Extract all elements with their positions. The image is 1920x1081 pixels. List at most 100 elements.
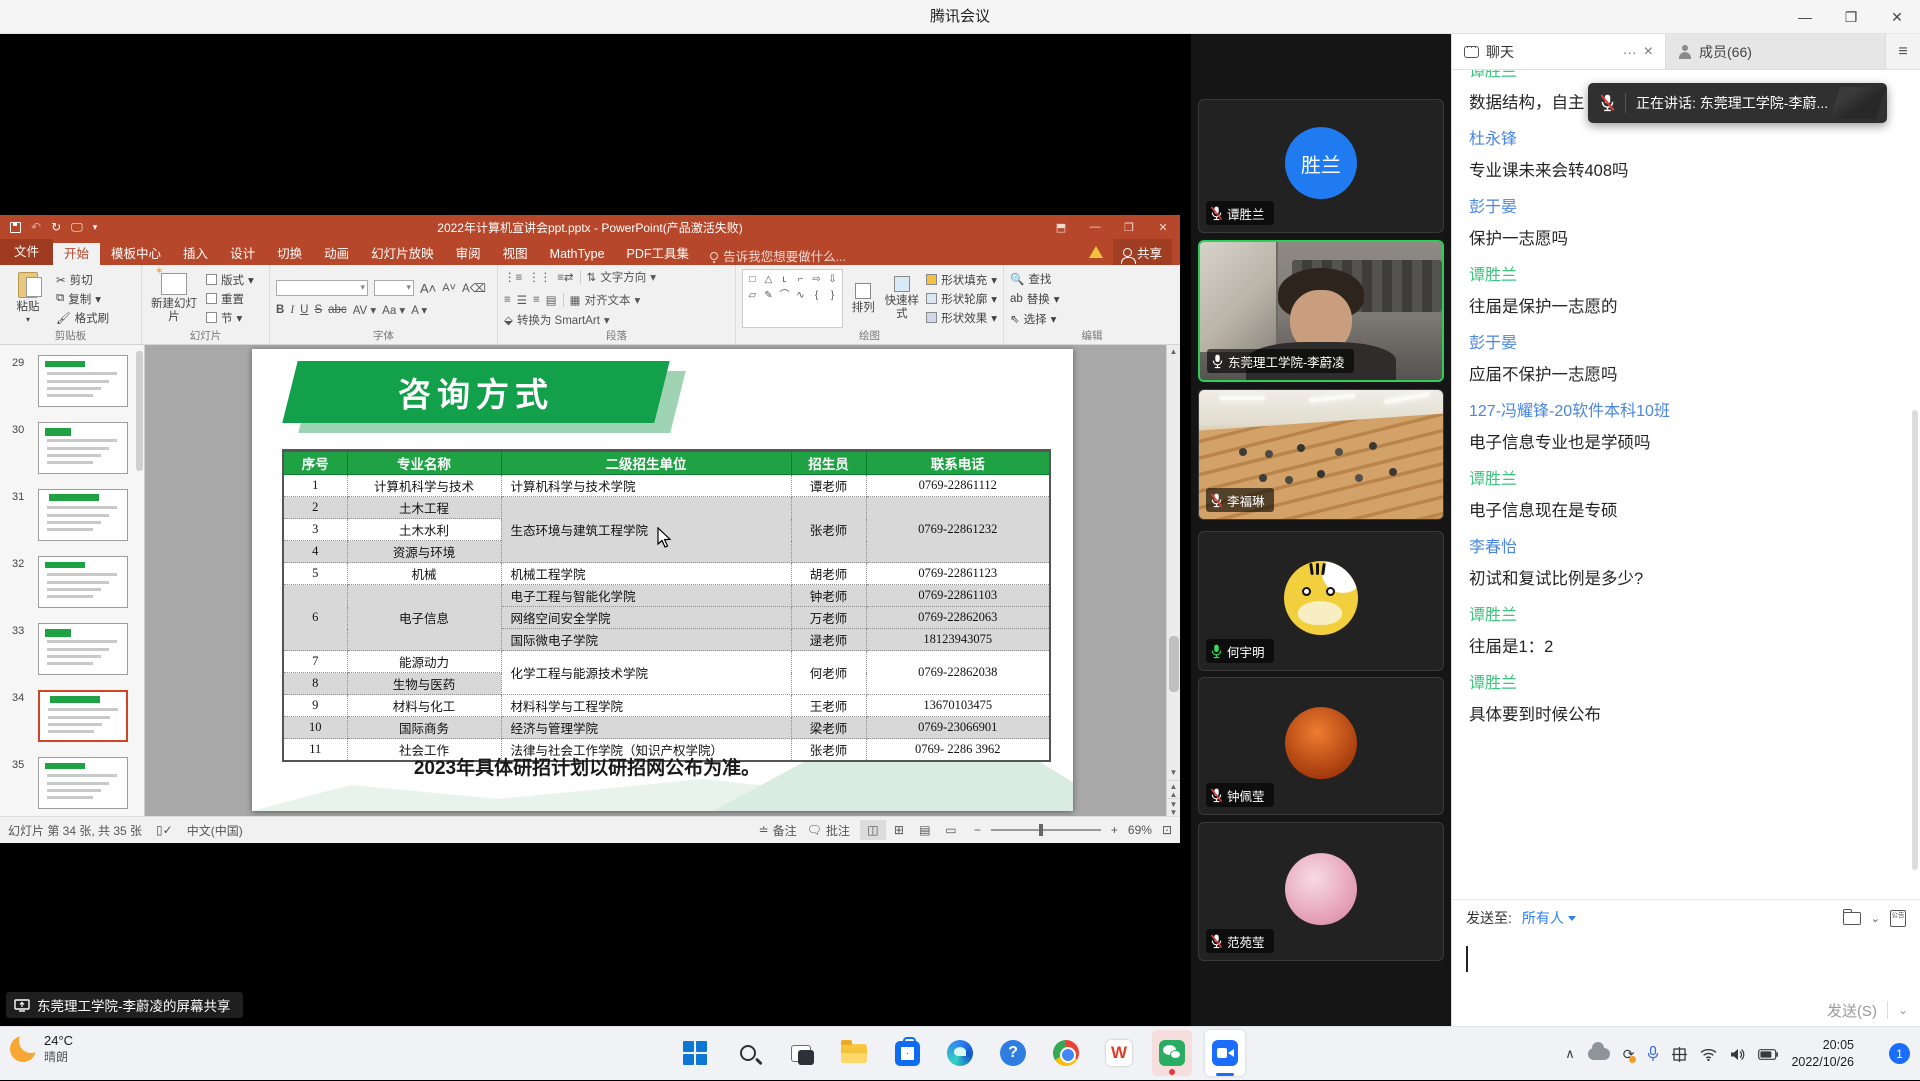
battery-icon[interactable] bbox=[1758, 1049, 1778, 1060]
chrome-button[interactable] bbox=[1046, 1030, 1086, 1076]
slideshow-icon[interactable]: 🖵 bbox=[71, 220, 83, 235]
send-button[interactable]: 发送(S) bbox=[1827, 1000, 1877, 1021]
shapes-gallery[interactable]: □△ʟ⌐⇨⇩ ▱✎⌒∿{} bbox=[742, 269, 843, 328]
ppt-share-button[interactable]: 共享 bbox=[1113, 239, 1172, 265]
slide-sorter-icon[interactable]: ⊞ bbox=[886, 820, 912, 840]
help-button[interactable]: ? bbox=[993, 1030, 1033, 1076]
chat-input[interactable] bbox=[1452, 936, 1920, 994]
select-button[interactable]: ⇖ 选择 ▾ bbox=[1010, 311, 1060, 327]
zoom-slider[interactable] bbox=[991, 829, 1101, 831]
taskbar-weather-widget[interactable]: 24°C 晴朗 bbox=[10, 1033, 73, 1065]
tray-mic-icon[interactable] bbox=[1647, 1046, 1659, 1062]
language-status[interactable]: 中文(中国) bbox=[187, 822, 243, 839]
next-slide-button[interactable]: ▼▼ bbox=[1167, 798, 1180, 816]
tab-chat[interactable]: 聊天 ··· × bbox=[1452, 34, 1665, 69]
slide-thumbnail-30[interactable]: 30 bbox=[0, 422, 144, 479]
activation-warning-icon[interactable] bbox=[1089, 246, 1103, 258]
send-to-select[interactable]: 所有人 bbox=[1522, 908, 1576, 928]
fit-to-window-icon[interactable]: ⊡ bbox=[1162, 823, 1172, 837]
font-size-select[interactable] bbox=[374, 280, 414, 296]
tab-members[interactable]: 成员(66) bbox=[1665, 34, 1885, 69]
tencent-meeting-button[interactable] bbox=[1205, 1030, 1245, 1076]
ppt-restore-button[interactable]: ❐ bbox=[1112, 215, 1146, 239]
save-icon[interactable] bbox=[10, 222, 21, 233]
wifi-icon[interactable] bbox=[1700, 1048, 1717, 1061]
undo-icon[interactable]: ↶ bbox=[31, 220, 41, 234]
wechat-button[interactable] bbox=[1152, 1030, 1192, 1076]
ribbon-tab-动画[interactable]: 动画 bbox=[313, 243, 360, 265]
section-button[interactable]: 节 ▾ bbox=[206, 310, 254, 326]
speaker-icon[interactable] bbox=[1730, 1048, 1745, 1061]
ribbon-tab-幻灯片放映[interactable]: 幻灯片放映 bbox=[360, 243, 445, 265]
update-sync-icon[interactable]: ⟳ bbox=[1623, 1046, 1635, 1063]
reset-button[interactable]: 重置 bbox=[206, 291, 254, 307]
folder-chevron-icon[interactable]: ⌄ bbox=[1871, 912, 1880, 925]
comments-toggle[interactable]: 🗨 批注 bbox=[807, 822, 850, 839]
smartart-button[interactable]: ⬙ 转换为 SmartArt ▾ bbox=[504, 312, 610, 328]
pen-touch-icon[interactable] bbox=[1672, 1047, 1687, 1062]
font-style-u-icon[interactable]: U bbox=[300, 304, 308, 316]
numbering-icon[interactable]: ⋮⋮ bbox=[528, 270, 551, 284]
tell-me-box[interactable]: 告诉我您想要做什么... bbox=[710, 246, 846, 265]
cloud-icon[interactable] bbox=[1588, 1048, 1610, 1060]
screenshot-folder-icon[interactable] bbox=[1843, 912, 1861, 925]
font-family-select[interactable] bbox=[276, 280, 368, 296]
announcement-icon[interactable]: 公告 bbox=[1890, 910, 1906, 927]
text-direction-button[interactable]: ⇅ 文字方向 ▾ bbox=[587, 269, 656, 285]
ribbon-tab-设计[interactable]: 设计 bbox=[219, 243, 266, 265]
ribbon-tab-文件[interactable]: 文件 bbox=[0, 239, 53, 265]
font-style-abc-icon[interactable]: abc bbox=[328, 304, 347, 316]
participant-tile-5[interactable]: 钟佩莹 bbox=[1198, 677, 1444, 815]
zoom-slider-thumb[interactable] bbox=[1039, 824, 1043, 836]
copy-button[interactable]: ⧉ 复制 ▾ bbox=[56, 291, 109, 307]
spellcheck-icon[interactable]: ▯✓ bbox=[156, 823, 173, 837]
slide-thumbnail-34[interactable]: 34 bbox=[0, 690, 144, 747]
slideshow-view-icon[interactable]: ▭ bbox=[938, 820, 964, 840]
justify-icon[interactable]: ▤ bbox=[546, 293, 557, 307]
paste-button[interactable]: 粘贴▾ bbox=[6, 269, 50, 328]
font-style-b-icon[interactable]: B bbox=[276, 304, 284, 316]
notification-badge[interactable]: 1 bbox=[1889, 1043, 1910, 1064]
ribbon-tab-插入[interactable]: 插入 bbox=[172, 243, 219, 265]
send-options-icon[interactable]: ⌄ bbox=[1898, 1003, 1908, 1017]
format-painter-button[interactable]: 🖌 格式刷 bbox=[56, 310, 109, 326]
participant-tile-2[interactable]: 东莞理工学院-李蔚凌 bbox=[1198, 240, 1444, 382]
normal-view-icon[interactable]: ◫ bbox=[860, 820, 886, 840]
slide-thumbnail-31[interactable]: 31 bbox=[0, 489, 144, 546]
arrange-button[interactable]: 排列 bbox=[849, 269, 877, 328]
replace-button[interactable]: ab 替换 ▾ bbox=[1010, 291, 1060, 307]
reading-view-icon[interactable]: ▤ bbox=[912, 820, 938, 840]
ribbon-tab-PDF工具集[interactable]: PDF工具集 bbox=[616, 243, 701, 265]
new-slide-button[interactable]: 新建幻灯片 bbox=[148, 269, 200, 328]
task-view-button[interactable] bbox=[781, 1030, 821, 1076]
bullets-icon[interactable]: ⋮≡ bbox=[504, 270, 522, 284]
chat-more-icon[interactable]: ··· bbox=[1623, 44, 1637, 60]
find-button[interactable]: 🔍 查找 bbox=[1010, 271, 1060, 287]
ribbon-tab-开始[interactable]: 开始 bbox=[53, 243, 100, 265]
grow-font-icon[interactable]: A˄ bbox=[420, 281, 436, 296]
slide-thumbnail-33[interactable]: 33 bbox=[0, 623, 144, 680]
maximize-button[interactable]: ❐ bbox=[1828, 0, 1874, 34]
taskbar-clock[interactable]: 20:05 2022/10/26 bbox=[1791, 1037, 1854, 1071]
panel-menu-icon[interactable]: ≡ bbox=[1885, 34, 1920, 69]
font-style-i-icon[interactable]: I bbox=[290, 304, 294, 316]
font-style-av-icon[interactable]: AV ▾ bbox=[353, 303, 376, 317]
slide-vertical-scrollbar[interactable]: ▲ ▼ ▲▲ ▼▼ bbox=[1166, 345, 1180, 816]
indent-icons[interactable]: ≡⇄ bbox=[557, 270, 573, 284]
cut-button[interactable]: ✂ 剪切 bbox=[56, 272, 109, 288]
font-style-s-icon[interactable]: S bbox=[314, 304, 322, 316]
ribbon-tab-视图[interactable]: 视图 bbox=[492, 243, 539, 265]
ribbon-tab-切换[interactable]: 切换 bbox=[266, 243, 313, 265]
file-explorer-button[interactable] bbox=[834, 1030, 874, 1076]
font-style-aa-icon[interactable]: Aa ▾ bbox=[382, 303, 405, 317]
slide-thumbnail-29[interactable]: 29 bbox=[0, 355, 144, 412]
shape-fill-button[interactable]: 形状填充 ▾ bbox=[926, 272, 997, 288]
ribbon-tab-MathType[interactable]: MathType bbox=[539, 243, 616, 265]
shrink-font-icon[interactable]: A˅ bbox=[442, 282, 456, 294]
start-button[interactable] bbox=[675, 1030, 715, 1076]
ribbon-tab-模板中心[interactable]: 模板中心 bbox=[100, 243, 172, 265]
slide-thumbnail-32[interactable]: 32 bbox=[0, 556, 144, 613]
align-text-button[interactable]: ▦ 对齐文本 ▾ bbox=[570, 292, 641, 308]
previous-slide-button[interactable]: ▲▲ bbox=[1167, 780, 1180, 798]
zoom-out-icon[interactable]: − bbox=[974, 823, 981, 837]
